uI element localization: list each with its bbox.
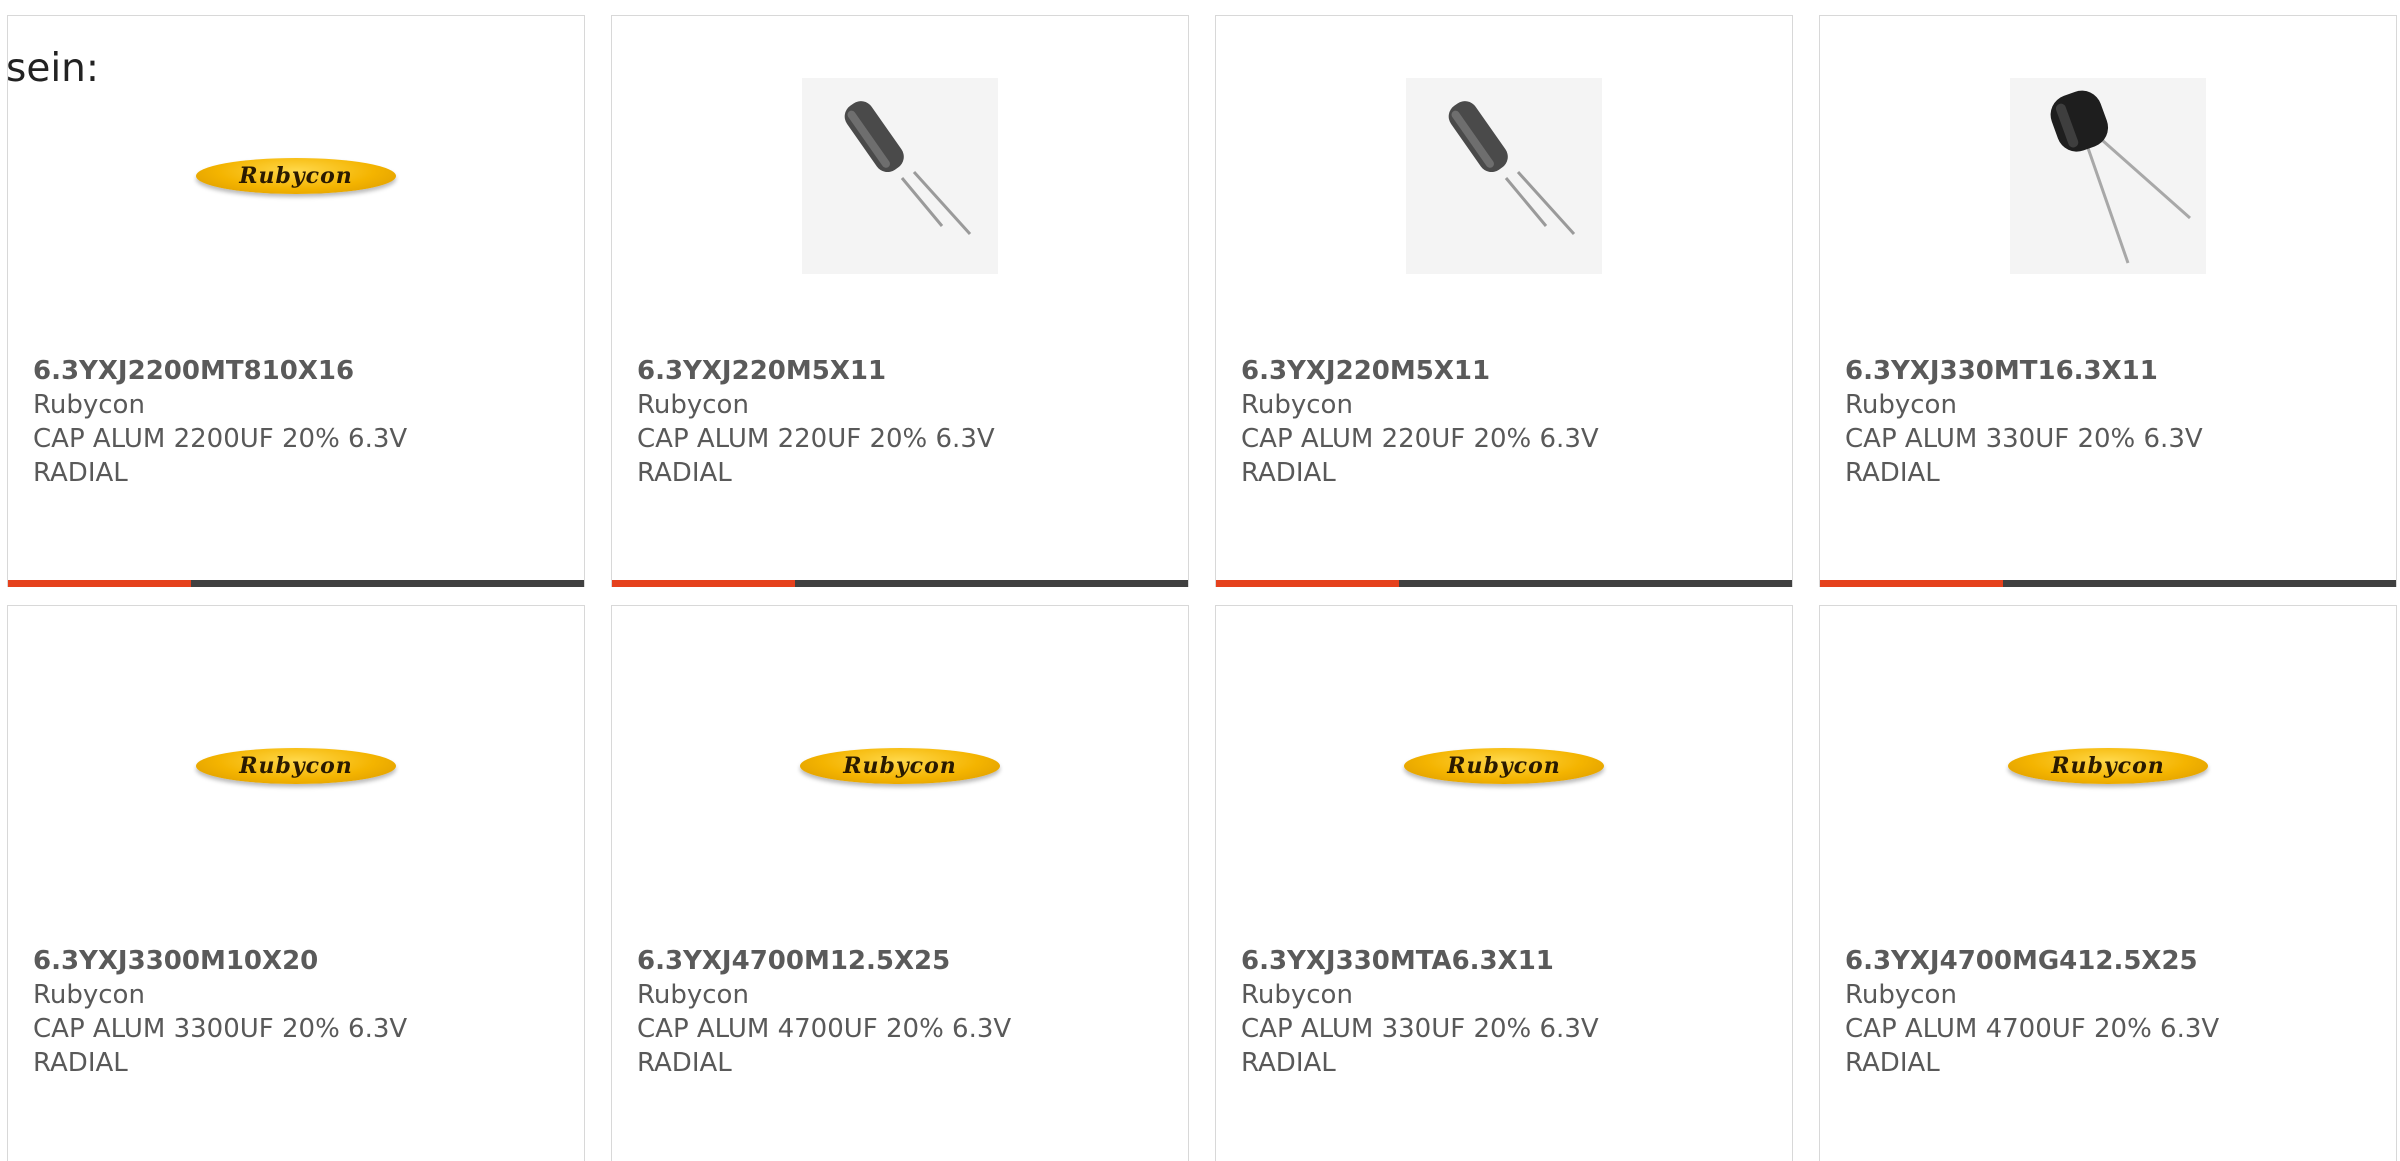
product-image: Rubycon [8, 666, 584, 866]
card-accent-bar [8, 580, 191, 587]
capacitor-photo [1406, 78, 1602, 274]
product-image: Rubycon [1216, 666, 1792, 866]
product-image [1216, 76, 1792, 276]
product-card[interactable]: 6.3YXJ220M5X11 Rubycon CAP ALUM 220UF 20… [611, 15, 1189, 587]
description: CAP ALUM 4700UF 20% 6.3V [1845, 1014, 2220, 1044]
rubycon-logo: Rubycon [2008, 748, 2208, 784]
manufacturer: Rubycon [33, 980, 145, 1010]
description: CAP ALUM 220UF 20% 6.3V [1241, 424, 1599, 454]
description: CAP ALUM 330UF 20% 6.3V [1845, 424, 2203, 454]
card-bottom-bar [1820, 580, 2396, 587]
description: CAP ALUM 2200UF 20% 6.3V [33, 424, 408, 454]
description: CAP ALUM 220UF 20% 6.3V [637, 424, 995, 454]
rubycon-logo: Rubycon [800, 748, 1000, 784]
rubycon-logo: Rubycon [196, 158, 396, 194]
description: CAP ALUM 3300UF 20% 6.3V [33, 1014, 408, 1044]
product-image [1820, 76, 2396, 276]
capacitor-photo [802, 78, 998, 274]
manufacturer: Rubycon [1241, 390, 1353, 420]
description-line2: RADIAL [1241, 1048, 1336, 1078]
card-bottom-bar [612, 580, 1188, 587]
product-image [612, 76, 1188, 276]
part-number[interactable]: 6.3YXJ4700MG412.5X25 [1845, 944, 2376, 978]
product-card[interactable]: 6.3YXJ220M5X11 Rubycon CAP ALUM 220UF 20… [1215, 15, 1793, 587]
intro-text: sein: [6, 46, 100, 91]
product-image: Rubycon [612, 666, 1188, 866]
manufacturer: Rubycon [1241, 980, 1353, 1010]
description-line2: RADIAL [33, 1048, 128, 1078]
description-line2: RADIAL [33, 458, 128, 488]
part-number[interactable]: 6.3YXJ3300M10X20 [33, 944, 564, 978]
product-card[interactable]: Rubycon 6.3YXJ4700M12.5X25 Rubycon CAP A… [611, 605, 1189, 1161]
part-number[interactable]: 6.3YXJ220M5X11 [1241, 354, 1772, 388]
part-number[interactable]: 6.3YXJ2200MT810X16 [33, 354, 564, 388]
rubycon-logo: Rubycon [1404, 748, 1604, 784]
capacitor-photo [2010, 78, 2206, 274]
product-card[interactable]: Rubycon 6.3YXJ330MTA6.3X11 Rubycon CAP A… [1215, 605, 1793, 1161]
manufacturer: Rubycon [637, 980, 749, 1010]
part-number[interactable]: 6.3YXJ4700M12.5X25 [637, 944, 1168, 978]
description: CAP ALUM 4700UF 20% 6.3V [637, 1014, 1012, 1044]
card-accent-bar [1216, 580, 1399, 587]
description-line2: RADIAL [637, 458, 732, 488]
manufacturer: Rubycon [637, 390, 749, 420]
description-line2: RADIAL [1845, 1048, 1940, 1078]
part-number[interactable]: 6.3YXJ330MTA6.3X11 [1241, 944, 1772, 978]
description-line2: RADIAL [1845, 458, 1940, 488]
description-line2: RADIAL [637, 1048, 732, 1078]
product-card[interactable]: Rubycon 6.3YXJ3300M10X20 Rubycon CAP ALU… [7, 605, 585, 1161]
description-line2: RADIAL [1241, 458, 1336, 488]
manufacturer: Rubycon [1845, 980, 1957, 1010]
product-card[interactable]: Rubycon 6.3YXJ2200MT810X16 Rubycon CAP A… [7, 15, 585, 587]
product-grid-page: sein: Rubycon 6.3YXJ2200MT810X16 Rubycon… [0, 0, 2400, 1161]
description: CAP ALUM 330UF 20% 6.3V [1241, 1014, 1599, 1044]
rubycon-logo: Rubycon [196, 748, 396, 784]
product-card[interactable]: 6.3YXJ330MT16.3X11 Rubycon CAP ALUM 330U… [1819, 15, 2397, 587]
card-bottom-bar [1216, 580, 1792, 587]
card-bottom-bar [8, 580, 584, 587]
manufacturer: Rubycon [33, 390, 145, 420]
part-number[interactable]: 6.3YXJ220M5X11 [637, 354, 1168, 388]
part-number[interactable]: 6.3YXJ330MT16.3X11 [1845, 354, 2376, 388]
manufacturer: Rubycon [1845, 390, 1957, 420]
product-image: Rubycon [1820, 666, 2396, 866]
product-image: Rubycon [8, 76, 584, 276]
card-accent-bar [1820, 580, 2003, 587]
card-accent-bar [612, 580, 795, 587]
product-card[interactable]: Rubycon 6.3YXJ4700MG412.5X25 Rubycon CAP… [1819, 605, 2397, 1161]
